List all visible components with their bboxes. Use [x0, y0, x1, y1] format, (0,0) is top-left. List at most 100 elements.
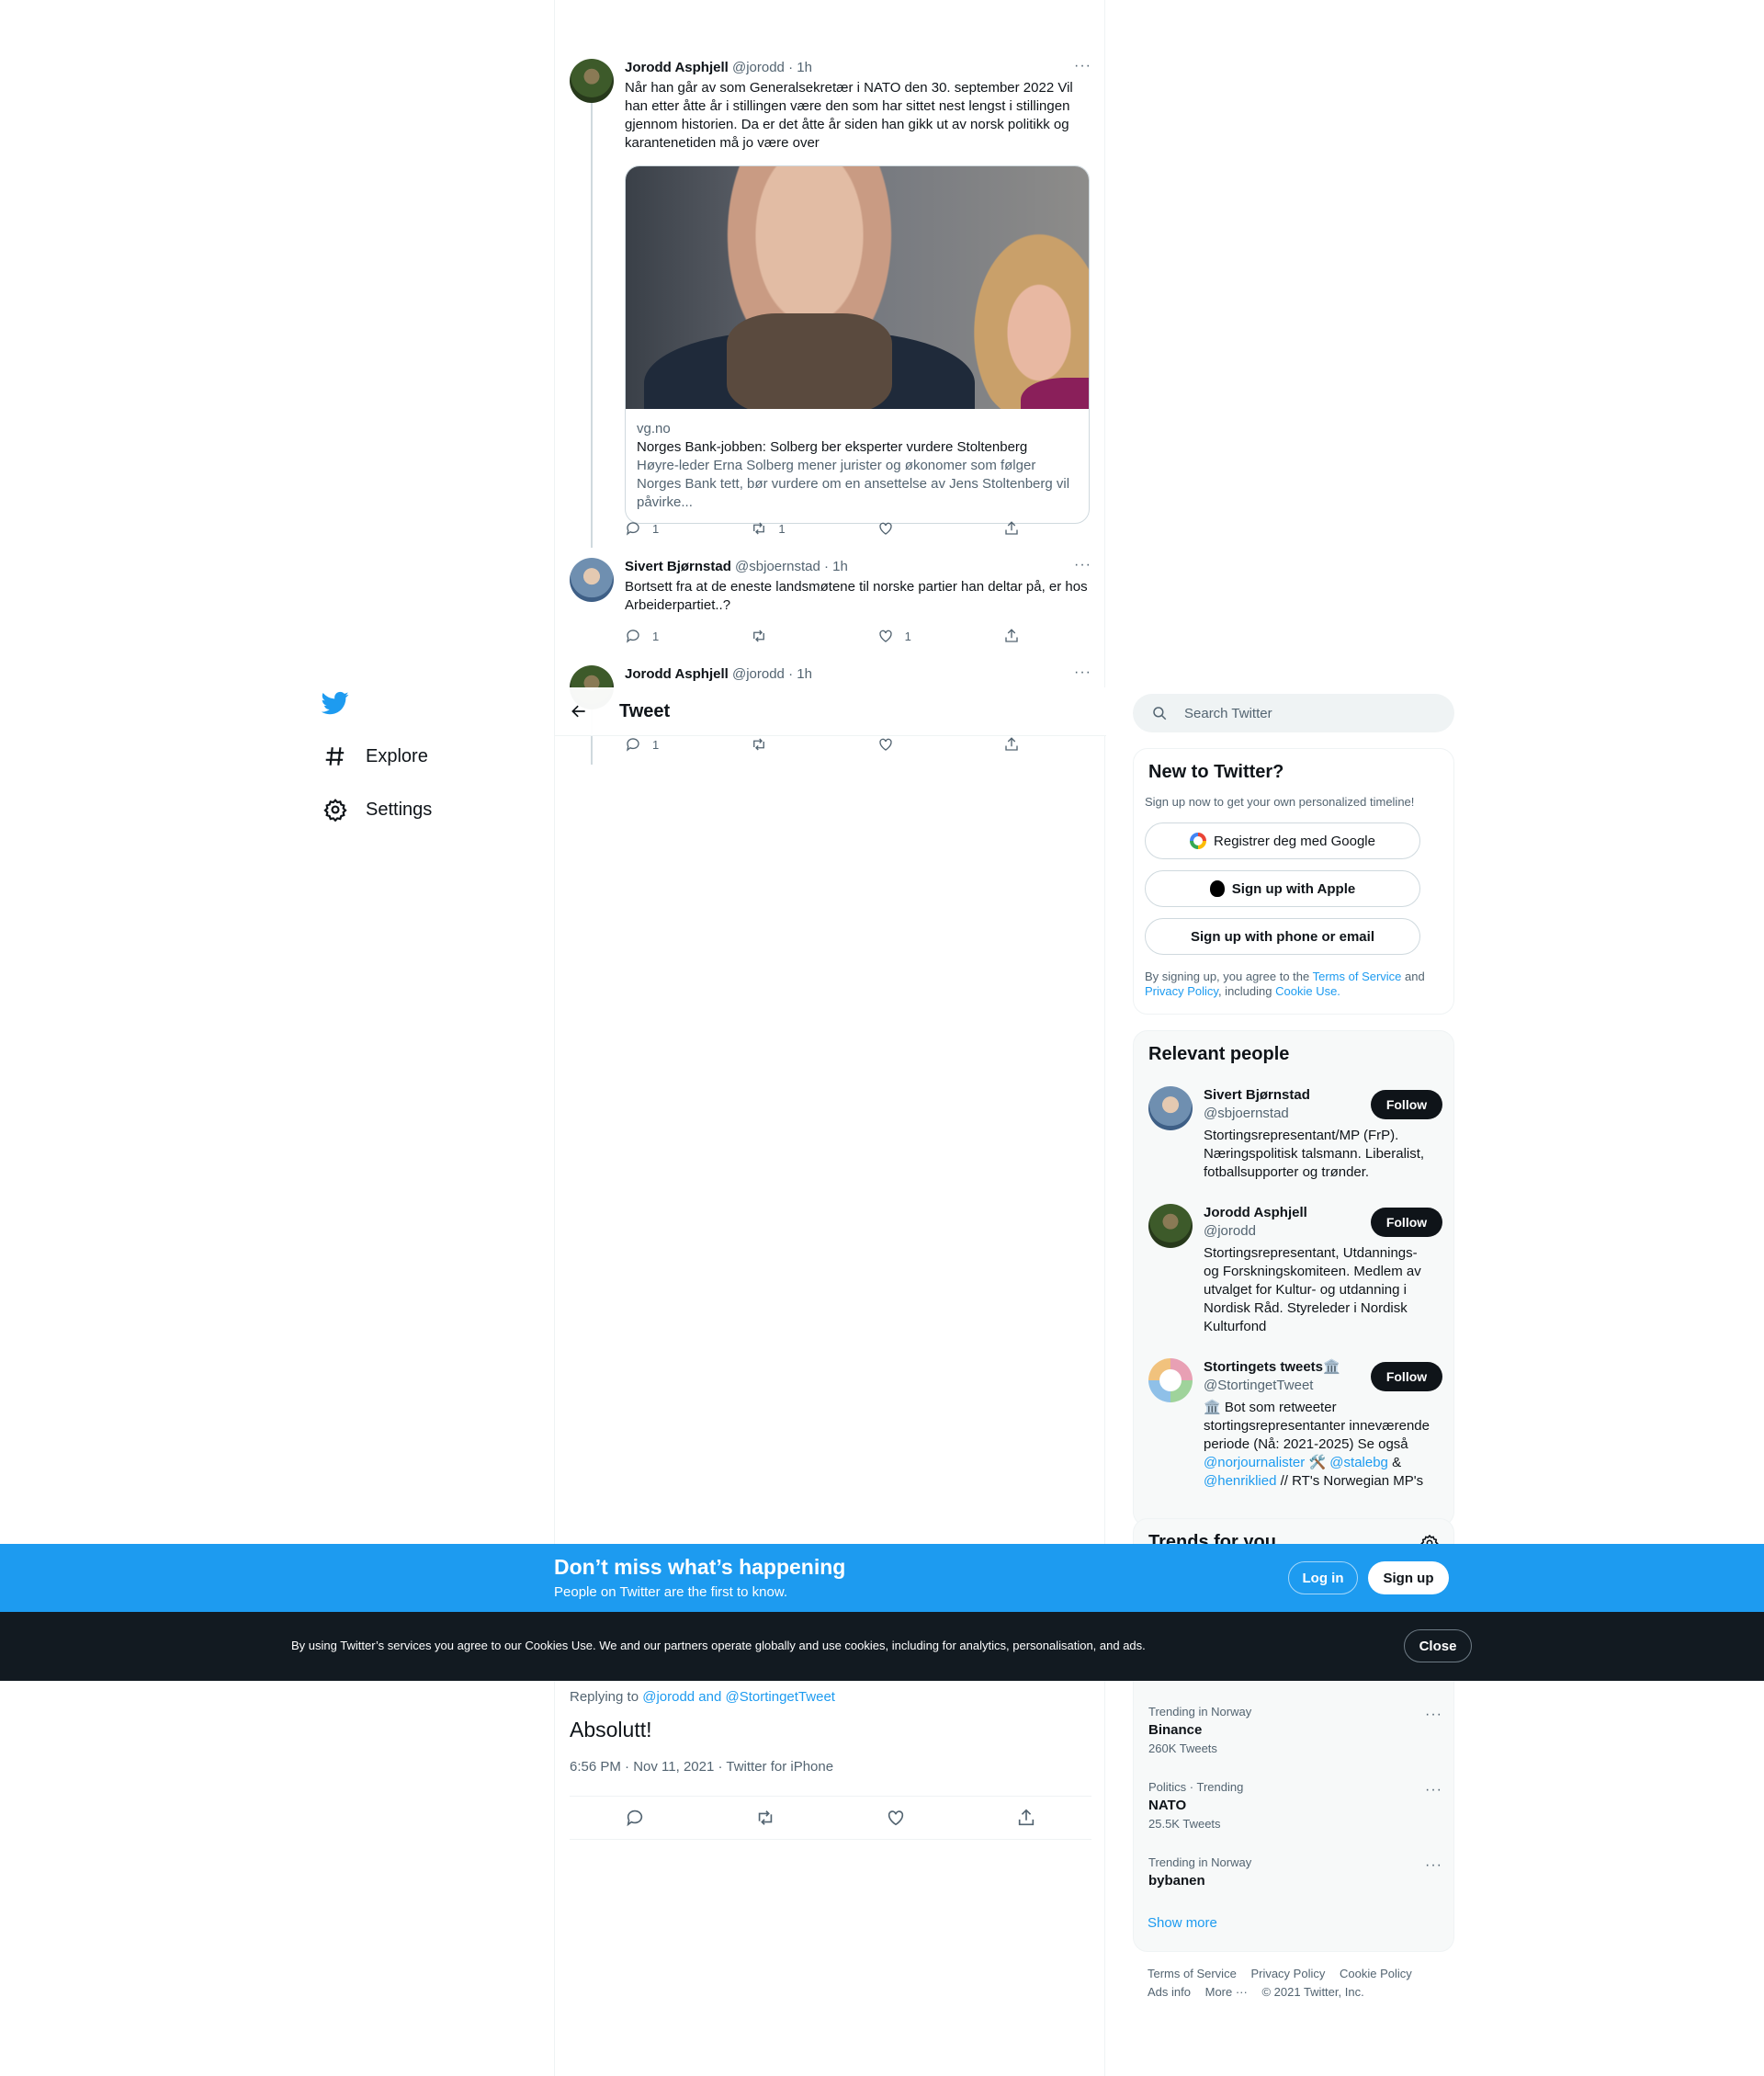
- nav-explore-label: Explore: [366, 745, 428, 766]
- terms-link[interactable]: Terms of Service: [1313, 970, 1402, 983]
- footer-ads-link[interactable]: Ads info: [1148, 1985, 1191, 1999]
- left-nav: Explore Settings: [312, 689, 551, 836]
- tweet-header: Jorodd Asphjell @jorodd · 1h: [625, 59, 1091, 77]
- reply-button[interactable]: 1: [625, 628, 698, 644]
- google-signup-label: Registrer deg med Google: [1214, 833, 1375, 849]
- share-icon: [1005, 629, 1018, 642]
- apple-icon: [1209, 880, 1225, 897]
- signup-bar: Don’t miss what’s happening People on Tw…: [0, 1544, 1764, 1612]
- login-button[interactable]: Log in: [1288, 1561, 1358, 1594]
- separator-dot: ·: [788, 60, 794, 75]
- mention-link[interactable]: @norjournalister: [1204, 1455, 1305, 1470]
- twitter-logo-icon[interactable]: [322, 689, 349, 717]
- more-icon[interactable]: ···: [1074, 665, 1091, 680]
- signup-bar-title: Don’t miss what’s happening: [554, 1555, 846, 1579]
- footer-more-link[interactable]: More ···: [1205, 1985, 1248, 1999]
- follow-button[interactable]: Follow: [1371, 1208, 1442, 1237]
- reply-button[interactable]: 1: [625, 736, 698, 753]
- tweet-time[interactable]: 1h: [832, 559, 848, 574]
- share-button[interactable]: [1003, 520, 1020, 537]
- like-button[interactable]: [877, 736, 951, 753]
- google-icon: [1190, 833, 1207, 849]
- retweet-button[interactable]: [751, 628, 824, 644]
- cookie-use-link[interactable]: Cookie Use.: [1275, 984, 1340, 998]
- focused-tweet-timestamp[interactable]: 6:56 PM · Nov 11, 2021 · Twitter for iPh…: [570, 1759, 1091, 1775]
- tweet-actions: 1 1: [625, 520, 1020, 537]
- tweet-time[interactable]: 1h: [797, 60, 812, 75]
- person-bio: 🏛️ Bot som retweeter stortingsrepresenta…: [1204, 1399, 1433, 1491]
- tweet-body: Jorodd Asphjell @jorodd · 1h ···: [625, 665, 1091, 684]
- author-name[interactable]: Sivert Bjørnstad: [625, 559, 731, 574]
- mention-link[interactable]: @henriklied: [1204, 1473, 1276, 1489]
- retweet-icon[interactable]: [755, 1808, 775, 1828]
- mention-link[interactable]: @stalebg: [1329, 1455, 1388, 1470]
- avatar[interactable]: [1148, 1204, 1193, 1248]
- trend-count: 25.5K Tweets: [1148, 1817, 1221, 1831]
- cookie-close-button[interactable]: Close: [1404, 1629, 1472, 1662]
- retweet-button[interactable]: [751, 736, 824, 753]
- avatar[interactable]: [1148, 1086, 1193, 1130]
- like-button[interactable]: 1: [877, 628, 951, 644]
- nav-explore[interactable]: Explore: [312, 730, 551, 783]
- reply-button[interactable]: 1: [625, 520, 698, 537]
- email-signup-label: Sign up with phone or email: [1190, 928, 1374, 945]
- more-icon[interactable]: ···: [1425, 1707, 1442, 1723]
- author-name[interactable]: Jorodd Asphjell: [625, 60, 729, 75]
- share-button[interactable]: [1003, 736, 1020, 753]
- trend-context: Trending in Norway: [1148, 1705, 1252, 1719]
- author-handle[interactable]: @jorodd: [732, 60, 785, 75]
- like-count: 1: [904, 629, 911, 643]
- relevant-people-title: Relevant people: [1148, 1044, 1290, 1064]
- reply-icon[interactable]: [625, 1808, 645, 1828]
- heart-icon[interactable]: [886, 1808, 906, 1828]
- nav-settings[interactable]: Settings: [312, 783, 551, 836]
- tweet-text: Når han går av som Generalsekretær i NAT…: [625, 80, 1073, 151]
- trend-item[interactable]: Trending in Norway bybanen ···: [1148, 1855, 1442, 1889]
- footer-privacy-link[interactable]: Privacy Policy: [1250, 1967, 1325, 1980]
- author-handle[interactable]: @sbjoernstad: [735, 559, 820, 574]
- avatar[interactable]: [570, 558, 614, 602]
- trend-item[interactable]: Trending in Norway Binance 260K Tweets ·…: [1148, 1705, 1442, 1755]
- privacy-link[interactable]: Privacy Policy: [1145, 984, 1218, 998]
- share-button[interactable]: [1003, 628, 1020, 644]
- footer-tos-link[interactable]: Terms of Service: [1148, 1967, 1237, 1980]
- trend-name: bybanen: [1148, 1873, 1205, 1889]
- back-arrow-icon[interactable]: [570, 702, 588, 720]
- follow-button[interactable]: Follow: [1371, 1362, 1442, 1391]
- signup-button[interactable]: Sign up: [1368, 1561, 1449, 1594]
- replying-prefix: Replying to: [570, 1689, 643, 1705]
- bio-text: &: [1387, 1455, 1402, 1470]
- share-icon[interactable]: [1016, 1808, 1036, 1828]
- avatar[interactable]: [570, 59, 614, 103]
- replying-to-link[interactable]: @jorodd and @StortingetTweet: [642, 1689, 835, 1705]
- google-signup-button[interactable]: Registrer deg med Google: [1145, 822, 1420, 859]
- avatar[interactable]: [1148, 1358, 1193, 1402]
- search-input[interactable]: Search Twitter: [1133, 694, 1454, 732]
- like-button[interactable]: [877, 520, 951, 537]
- card-title: Norges Bank-jobben: Solberg ber eksperte…: [637, 439, 1028, 455]
- email-signup-button[interactable]: Sign up with phone or email: [1145, 918, 1420, 955]
- reply-icon: [626, 522, 639, 536]
- footer-cookie-link[interactable]: Cookie Policy: [1340, 1967, 1412, 1980]
- person-bio: Stortingsrepresentant, Utdannings- og Fo…: [1204, 1245, 1421, 1334]
- trend-item[interactable]: Politics · Trending NATO 25.5K Tweets ··…: [1148, 1780, 1442, 1831]
- link-card[interactable]: vg.no Norges Bank-jobben: Solberg ber ek…: [625, 165, 1090, 524]
- more-icon[interactable]: ···: [1074, 558, 1091, 573]
- more-icon[interactable]: ···: [1425, 1782, 1442, 1798]
- author-handle[interactable]: @jorodd: [732, 666, 785, 682]
- follow-button[interactable]: Follow: [1371, 1090, 1442, 1119]
- replying-to: Replying to @jorodd and @StortingetTweet: [570, 1689, 1091, 1705]
- more-icon[interactable]: ···: [1074, 59, 1091, 74]
- card-domain: vg.no: [637, 421, 671, 437]
- retweet-button[interactable]: 1: [751, 520, 824, 537]
- more-icon[interactable]: ···: [1425, 1857, 1442, 1874]
- cookie-banner: By using Twitter’s services you agree to…: [0, 1612, 1764, 1681]
- retweet-icon: [753, 738, 765, 751]
- tweet-time[interactable]: 1h: [797, 666, 812, 682]
- card-info: vg.no Norges Bank-jobben: Solberg ber ek…: [626, 409, 1089, 523]
- terms-text: By signing up, you agree to the: [1145, 970, 1313, 983]
- apple-signup-button[interactable]: Sign up with Apple: [1145, 870, 1420, 907]
- show-more-link[interactable]: Show more: [1148, 1915, 1217, 1931]
- author-name[interactable]: Jorodd Asphjell: [625, 666, 729, 682]
- tweet-text: Bortsett fra at de eneste landsmøtene ti…: [625, 579, 1088, 613]
